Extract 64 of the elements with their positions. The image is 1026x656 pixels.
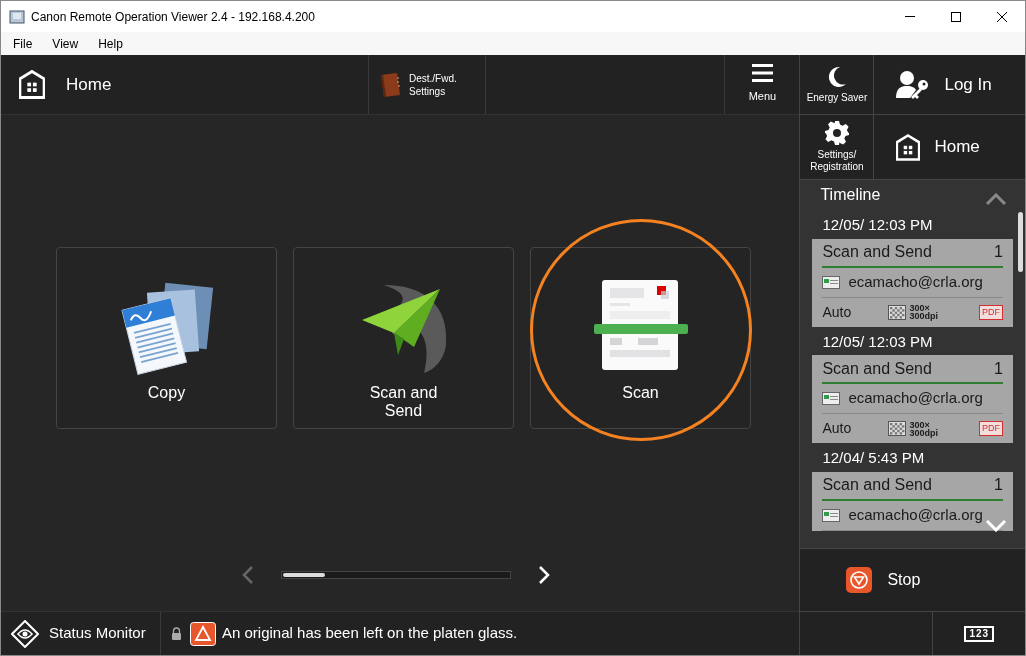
home-icon [19, 69, 45, 100]
scroll-down-icon[interactable] [985, 520, 1007, 532]
warning-icon [190, 621, 216, 646]
stop-icon [846, 567, 873, 593]
dest-settings-button[interactable]: Dest./Fwd. Settings [368, 55, 486, 114]
scrollbar[interactable] [1018, 212, 1023, 272]
email-address: ecamacho@crla.org [848, 388, 983, 409]
job-count: 1 [994, 242, 1003, 262]
function-tile[interactable]: Scan [530, 247, 751, 429]
moon-icon [826, 65, 847, 88]
email-icon [822, 508, 841, 522]
gear-icon [824, 121, 849, 145]
status-monitor-button[interactable]: Status Monitor [1, 612, 161, 655]
file-format-badge: PDF [979, 304, 1003, 320]
next-page-icon[interactable] [537, 565, 551, 585]
email-address: ecamacho@crla.org [848, 504, 983, 525]
window-title: Canon Remote Operation Viewer 2.4 - 192.168.4.200 [31, 8, 315, 26]
email-address: ecamacho@crla.org [848, 271, 983, 292]
timeline-heading: Timeline [820, 185, 881, 205]
timeline-time: 12/04/ 5:43 PM [821, 448, 926, 468]
maximize-icon [951, 11, 961, 22]
job-count: 1 [994, 475, 1003, 495]
button-label: Dest./Fwd. [409, 71, 457, 85]
job-count: 1 [994, 358, 1003, 379]
eye-icon [11, 619, 39, 648]
function-tile[interactable]: Scan and Send [293, 247, 514, 429]
color-mode: Auto [822, 302, 853, 322]
keypad-button[interactable]: 123 [933, 612, 1025, 655]
menu-icon [751, 64, 773, 83]
timeline-job-card[interactable]: Scan and Send 1 ecamacho@crla.org Auto 300× 300dpi PDF [812, 238, 1013, 327]
minimize-icon [905, 16, 915, 17]
energy-saver-button[interactable]: Energy Saver [800, 55, 875, 115]
timeline-time: 12/05/ 12:03 PM [821, 215, 934, 235]
menu-item[interactable]: Help [94, 34, 127, 53]
resolution-text: 300× [909, 420, 930, 429]
email-icon [822, 392, 841, 405]
timeline-job-card[interactable]: Scan and Send 1 ecamacho@crla.org Auto 300× 300dpi PDF [812, 355, 1013, 443]
close-icon [997, 11, 1007, 22]
stop-button[interactable]: Stop [800, 548, 1025, 612]
button-label: Settings [409, 84, 447, 98]
status-message: An original has been left on the platen glass. [222, 623, 518, 644]
function-tile[interactable]: Copy [56, 247, 277, 429]
timeline-job-card[interactable]: Scan and Send 1 ecamacho@crla.org [812, 471, 1013, 531]
timeline-time: 12/05/ 12:03 PM [821, 331, 934, 352]
color-mode: Auto [822, 419, 853, 438]
home-icon [896, 133, 921, 161]
address-book-icon [379, 71, 401, 98]
menu-item[interactable]: View [48, 34, 83, 53]
app-icon [9, 8, 25, 25]
email-icon [822, 275, 841, 289]
log-in-button[interactable]: Log In [874, 55, 1025, 115]
menu-item[interactable]: File [9, 34, 37, 53]
job-name: Scan and Send [822, 475, 932, 495]
scroll-up-icon[interactable] [985, 193, 1007, 205]
file-format-badge: PDF [979, 421, 1003, 436]
resolution-text: 300× [909, 304, 930, 312]
resolution-icon [888, 421, 907, 436]
resolution-text: 300dpi [909, 312, 938, 320]
resolution-icon [888, 304, 907, 320]
job-name: Scan and Send [822, 358, 932, 379]
job-name: Scan and Send [822, 242, 932, 262]
page-title: Home [66, 73, 112, 96]
resolution-text: 300dpi [909, 428, 938, 437]
user-key-icon [896, 69, 931, 100]
